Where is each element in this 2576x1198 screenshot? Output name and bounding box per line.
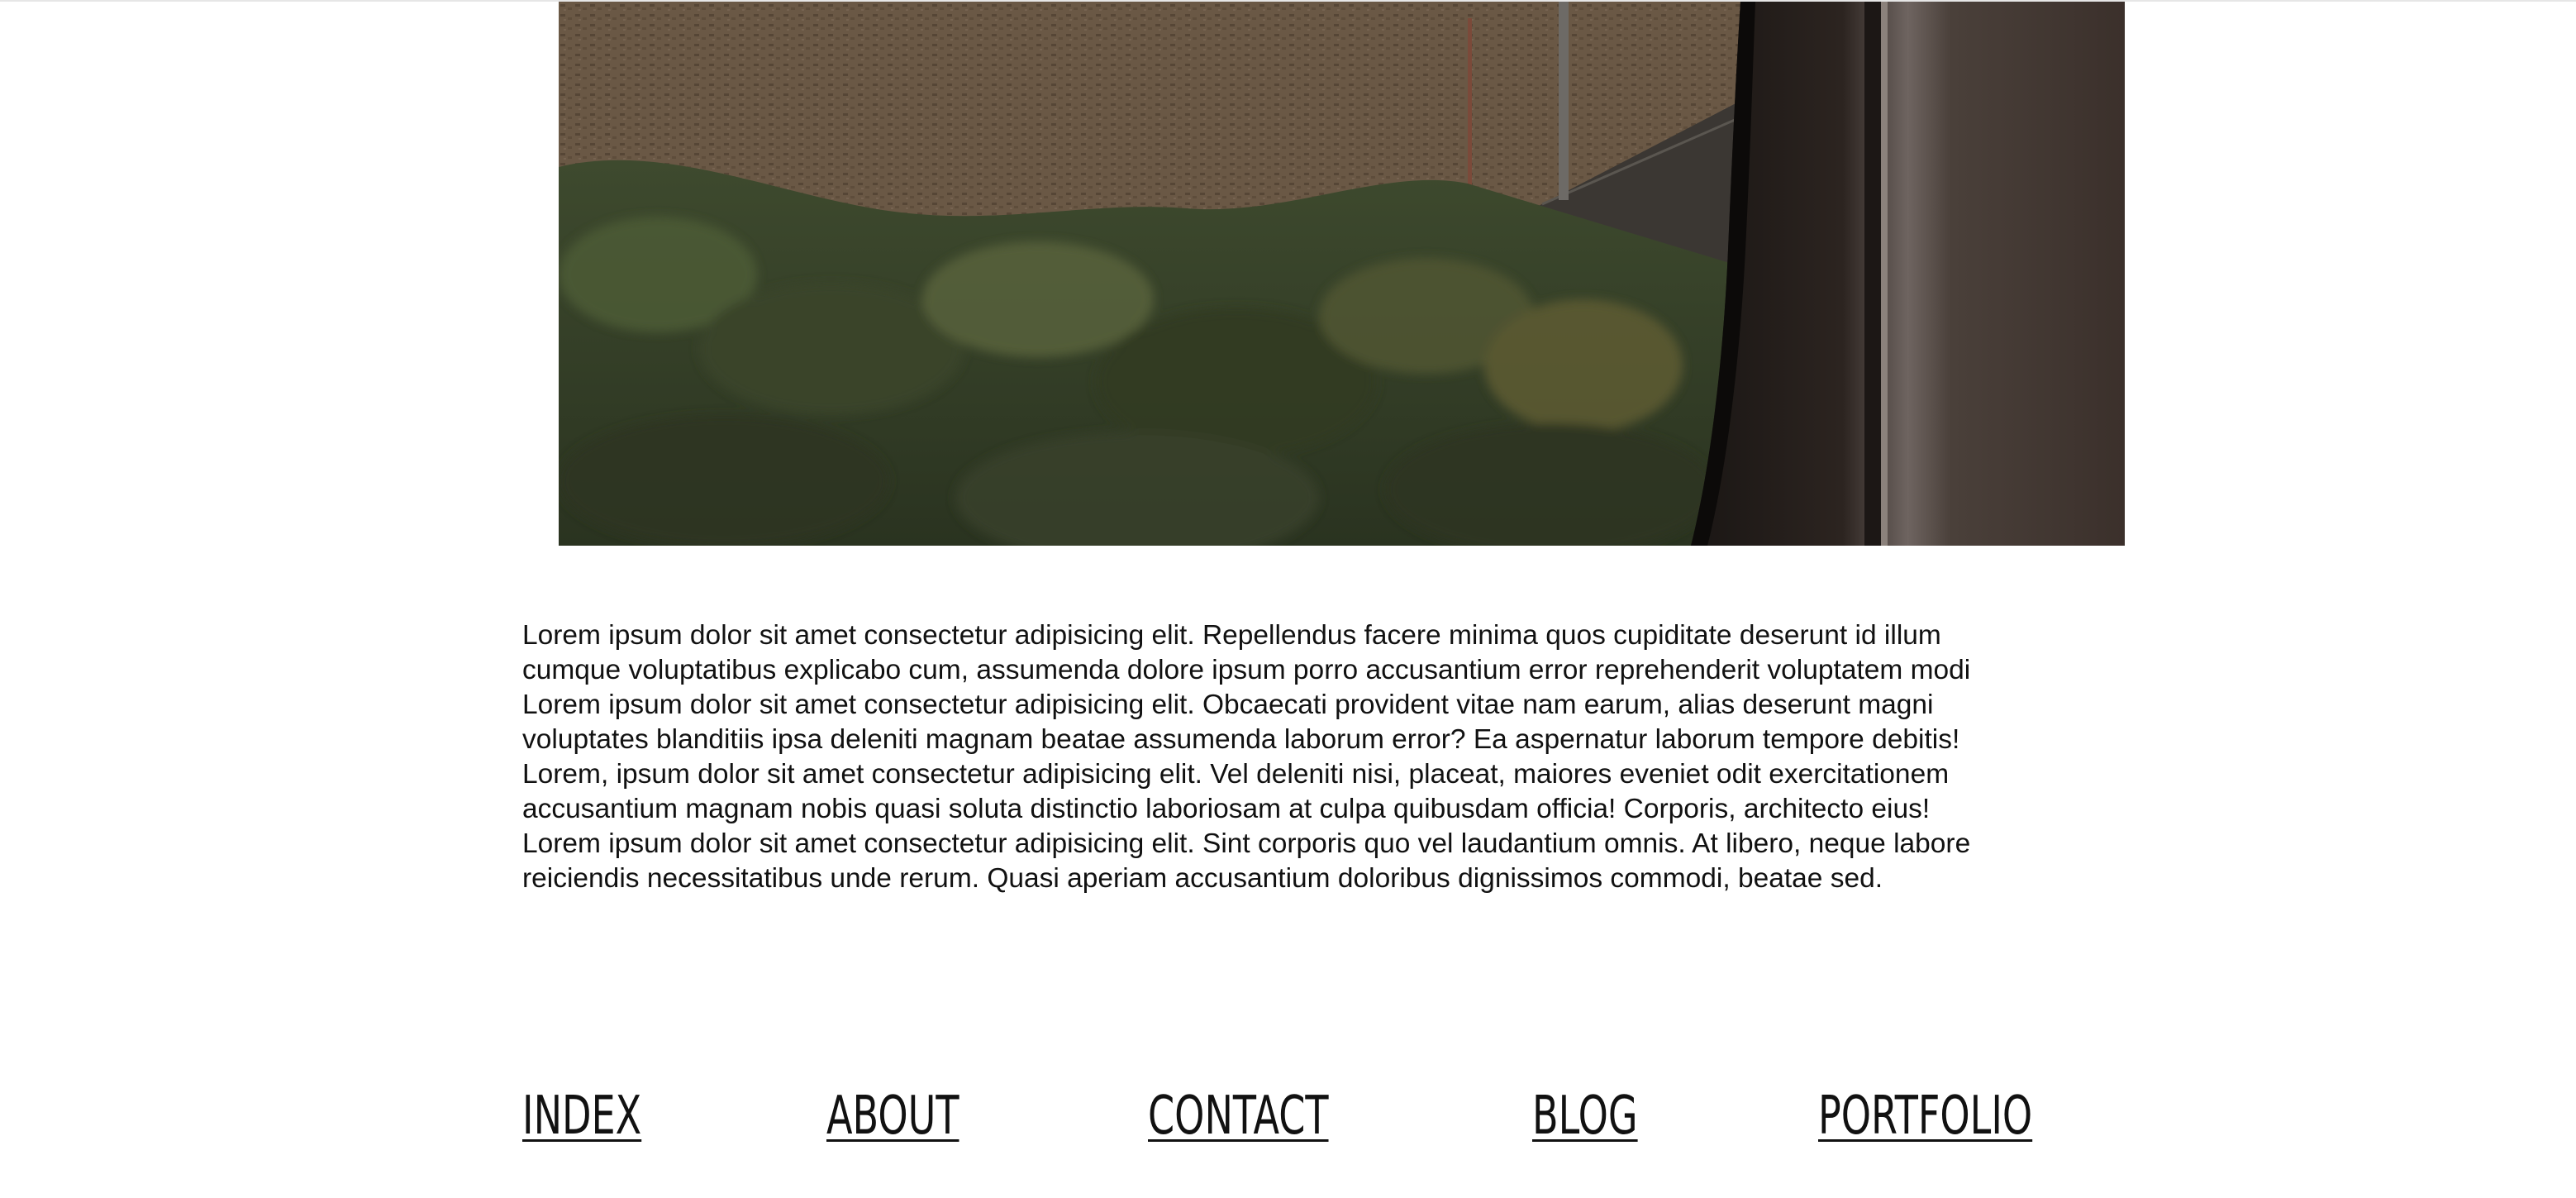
body-text-line: Lorem ipsum dolor sit amet consectetur a… [522, 690, 1934, 720]
nav-link-portfolio[interactable]: PORTFOLIO [1818, 1079, 2032, 1153]
body-text-line: accusantium magnam nobis quasi soluta di… [522, 794, 1931, 824]
footer-nav: INDEX ABOUT CONTACT BLOG PORTFOLIO [522, 1079, 2093, 1170]
body-text-line: Lorem, ipsum dolor sit amet consectetur … [522, 759, 1950, 790]
body-text-line: reiciendis necessitatibus unde rerum. Qu… [522, 863, 1883, 894]
body-text-line: cumque voluptatibus explicabo cum, assum… [522, 655, 1971, 685]
nav-link-index[interactable]: INDEX [522, 1079, 641, 1153]
nav-link-contact[interactable]: CONTACT [1148, 1079, 1329, 1153]
nav-link-blog[interactable]: BLOG [1532, 1079, 1638, 1153]
body-text: Lorem ipsum dolor sit amet consectetur a… [522, 618, 2093, 896]
nav-link-about[interactable]: ABOUT [826, 1079, 959, 1153]
hero-photo [559, 2, 2125, 546]
page: Lorem ipsum dolor sit amet consectetur a… [0, 0, 2576, 1198]
body-text-line: Lorem ipsum dolor sit amet consectetur a… [522, 620, 1941, 651]
body-text-line: Lorem ipsum dolor sit amet consectetur a… [522, 828, 1971, 859]
body-text-line: voluptates blanditiis ipsa deleniti magn… [522, 724, 1960, 755]
